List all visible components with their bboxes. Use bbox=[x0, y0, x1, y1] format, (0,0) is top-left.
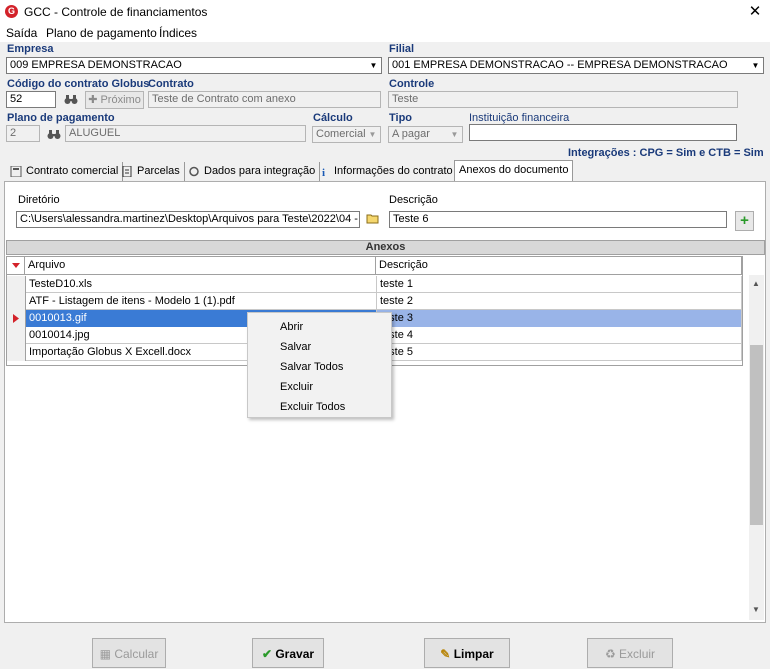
title-bar: G GCC - Controle de financiamentos ✕ bbox=[0, 0, 770, 24]
plus-icon: ✚ bbox=[88, 94, 98, 106]
instituicao-label: Instituição financeira bbox=[469, 112, 570, 124]
window-title: GCC - Controle de financiamentos bbox=[24, 5, 208, 19]
menu-indices[interactable]: Índices bbox=[159, 26, 197, 40]
cell-descricao: teste 2 bbox=[377, 293, 742, 310]
tab-contrato-comercial[interactable]: Contrato comercial bbox=[6, 162, 124, 182]
proximo-button[interactable]: ✚ Próximo bbox=[85, 91, 144, 109]
diretorio-input[interactable]: C:\Users\alessandra.martinez\Desktop\Arq… bbox=[16, 211, 360, 228]
plano-code-field: 2 bbox=[6, 125, 40, 142]
trash-icon: ♻ bbox=[604, 647, 616, 661]
chevron-down-icon: ▼ bbox=[751, 61, 760, 70]
filial-value: 001 EMPRESA DEMONSTRACAO -- EMPRESA DEMO… bbox=[392, 59, 728, 71]
calculator-icon bbox=[10, 165, 22, 177]
contrato-code-input[interactable]: 52 bbox=[6, 91, 56, 108]
chevron-down-icon: ▼ bbox=[450, 130, 459, 139]
plus-icon: + bbox=[740, 212, 749, 229]
calculator-icon: ▦ bbox=[99, 647, 111, 661]
row-indicator bbox=[7, 344, 26, 361]
cell-descricao: teste 1 bbox=[377, 276, 742, 293]
document-icon bbox=[122, 165, 132, 177]
descricao-input[interactable]: Teste 6 bbox=[389, 211, 727, 228]
table-row[interactable]: ATF - Listagem de itens - Modelo 1 (1).p… bbox=[7, 293, 742, 310]
cell-descricao: teste 4 bbox=[377, 327, 742, 344]
current-row-arrow-icon bbox=[7, 310, 26, 327]
integracoes-status: Integrações : CPG = Sim e CTB = Sim bbox=[568, 147, 764, 159]
cell-descricao: teste 3 bbox=[377, 310, 742, 327]
codigo-contrato-label: Código do contrato Globus bbox=[7, 78, 150, 90]
plano-value-field: ALUGUEL bbox=[65, 125, 306, 142]
binoculars-icon[interactable] bbox=[47, 128, 61, 141]
row-indicator bbox=[7, 327, 26, 344]
tab-parcelas[interactable]: Parcelas bbox=[117, 162, 185, 182]
checkmark-icon: ✔ bbox=[261, 647, 272, 661]
filial-label: Filial bbox=[389, 43, 415, 55]
context-menu: Abrir Salvar Salvar Todos Excluir Exclui… bbox=[247, 312, 392, 418]
tab-dados-integracao[interactable]: Dados para integração bbox=[184, 162, 321, 182]
tipo-label: Tipo bbox=[389, 112, 413, 124]
menu-plano-pagamento[interactable]: Plano de pagamento bbox=[46, 26, 157, 40]
diretorio-label: Diretório bbox=[18, 194, 60, 206]
chevron-down-icon: ▼ bbox=[369, 61, 378, 70]
context-menu-salvar[interactable]: Salvar bbox=[280, 341, 311, 353]
app-logo-icon: G bbox=[5, 5, 18, 18]
cell-arquivo: ATF - Listagem de itens - Modelo 1 (1).p… bbox=[26, 293, 377, 310]
empresa-value: 009 EMPRESA DEMONSTRACAO bbox=[10, 59, 182, 71]
grid-scrollbar[interactable]: ▲ ▼ bbox=[749, 275, 764, 620]
contrato-label: Contrato bbox=[148, 78, 194, 90]
controle-label: Controle bbox=[389, 78, 435, 90]
context-menu-excluir-todos[interactable]: Excluir Todos bbox=[280, 401, 345, 413]
close-icon[interactable]: ✕ bbox=[744, 1, 766, 23]
calculo-label: Cálculo bbox=[313, 112, 353, 124]
scroll-down-icon[interactable]: ▼ bbox=[752, 605, 760, 614]
scrollbar-thumb[interactable] bbox=[750, 345, 763, 525]
menu-bar: Saída Plano de pagamento Índices bbox=[0, 24, 770, 42]
column-header-descricao[interactable]: Descrição bbox=[376, 257, 742, 275]
cell-descricao: teste 5 bbox=[377, 344, 742, 361]
row-indicator bbox=[7, 276, 26, 293]
sort-indicator-icon[interactable] bbox=[7, 257, 25, 275]
instituicao-input[interactable] bbox=[469, 124, 737, 141]
table-row[interactable]: TesteD10.xls teste 1 bbox=[7, 276, 742, 293]
context-menu-excluir[interactable]: Excluir bbox=[280, 381, 313, 393]
folder-open-icon[interactable] bbox=[366, 213, 380, 225]
scroll-up-icon[interactable]: ▲ bbox=[752, 279, 760, 288]
add-anexo-button[interactable]: + bbox=[735, 211, 754, 231]
binoculars-icon[interactable] bbox=[64, 93, 78, 106]
empresa-label: Empresa bbox=[7, 43, 54, 55]
plano-label: Plano de pagamento bbox=[7, 112, 115, 124]
cell-arquivo: TesteD10.xls bbox=[26, 276, 377, 293]
tab-anexos-documento[interactable]: Anexos do documento bbox=[454, 160, 574, 182]
tab-informacoes-contrato[interactable]: i Informações do contrato bbox=[314, 162, 458, 182]
calculo-select: Comercial ▼ bbox=[312, 126, 381, 143]
filial-select[interactable]: 001 EMPRESA DEMONSTRACAO -- EMPRESA DEMO… bbox=[388, 57, 764, 74]
anexos-grid-title: Anexos bbox=[6, 240, 765, 255]
broom-icon: ✎ bbox=[440, 647, 451, 661]
empresa-select[interactable]: 009 EMPRESA DEMONSTRACAO ▼ bbox=[6, 57, 382, 74]
context-menu-salvar-todos[interactable]: Salvar Todos bbox=[280, 361, 343, 373]
menu-saida[interactable]: Saída bbox=[6, 26, 37, 40]
row-indicator bbox=[7, 293, 26, 310]
sync-icon bbox=[189, 166, 199, 176]
info-icon: i bbox=[322, 167, 325, 177]
svg-text:i: i bbox=[322, 167, 325, 177]
chevron-down-icon: ▼ bbox=[368, 130, 377, 139]
column-header-arquivo[interactable]: Arquivo bbox=[25, 257, 376, 275]
tipo-select: A pagar ▼ bbox=[388, 126, 463, 143]
descricao-label: Descrição bbox=[389, 194, 438, 206]
contrato-description-field: Teste de Contrato com anexo bbox=[148, 91, 381, 108]
controle-field: Teste bbox=[388, 91, 738, 108]
context-menu-abrir[interactable]: Abrir bbox=[280, 321, 303, 333]
